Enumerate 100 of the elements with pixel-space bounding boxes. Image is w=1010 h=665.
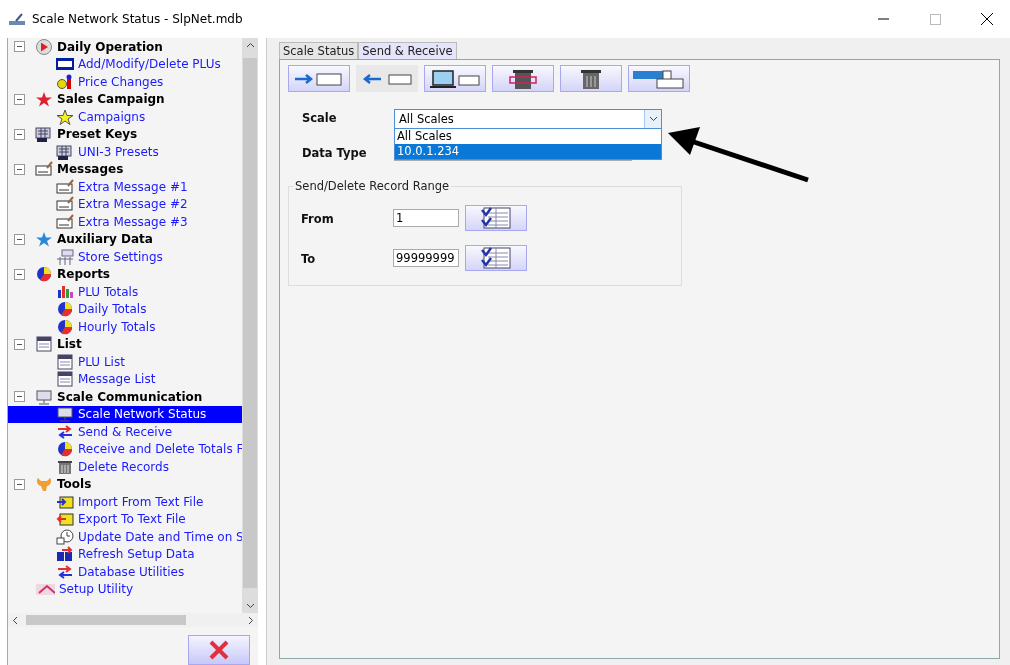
tree-group[interactable]: Sales Campaign: [8, 90, 242, 108]
tree-item[interactable]: Send & Receive: [8, 423, 242, 441]
toolbar-button[interactable]: [492, 65, 554, 92]
folder-icon: [56, 511, 74, 528]
tree-item[interactable]: Database Utilities: [8, 563, 242, 581]
tree-item[interactable]: Setup Utility: [8, 580, 242, 598]
tree-group[interactable]: Auxiliary Data: [8, 230, 242, 248]
window-title: Scale Network Status - SlpNet.mdb: [32, 12, 244, 26]
scroll-right-icon: [248, 615, 254, 625]
tree-item[interactable]: PLU Totals: [8, 283, 242, 301]
arrows-icon: [56, 423, 74, 440]
list-icon: [56, 371, 74, 388]
exit-button[interactable]: [188, 635, 250, 665]
star-icon: [35, 91, 53, 108]
tree-item[interactable]: Refresh Setup Data: [8, 545, 242, 563]
play-icon: [35, 38, 53, 55]
message-icon: [56, 213, 74, 230]
tree-item[interactable]: Message List: [8, 370, 242, 388]
tab[interactable]: Scale Status: [279, 42, 359, 59]
vertical-scrollbar[interactable]: [242, 38, 258, 614]
list-icon: [35, 336, 53, 353]
horizontal-scrollbar[interactable]: [8, 613, 258, 627]
settings-panel-icon: [56, 248, 74, 265]
plu-tag-icon: [56, 56, 74, 73]
pie-chart-icon: [56, 441, 74, 458]
scroll-left-icon: [12, 615, 18, 625]
message-icon: [56, 178, 74, 195]
tree-item[interactable]: Price Changes: [8, 73, 242, 91]
tree-item[interactable]: Daily Totals: [8, 300, 242, 318]
trash-icon: [56, 458, 74, 475]
tree-item[interactable]: Store Settings: [8, 248, 242, 266]
collapse-icon[interactable]: [14, 233, 25, 245]
keypad-icon: [56, 143, 74, 160]
minimize-icon: [877, 18, 889, 20]
tree-group[interactable]: Reports: [8, 265, 242, 283]
chevron-icon: [648, 116, 658, 122]
tree-item[interactable]: Scale Network Status: [8, 405, 242, 423]
field-label: Scale: [302, 110, 338, 125]
tree-item[interactable]: Extra Message #2: [8, 195, 242, 213]
collapse-icon[interactable]: [14, 391, 25, 403]
books-icon: [56, 546, 74, 563]
scroll-up-icon: [245, 42, 255, 48]
collapse-icon[interactable]: [14, 41, 25, 53]
scroll-down-icon: [245, 603, 255, 610]
collapse-icon[interactable]: [14, 93, 25, 105]
pie-chart-icon: [56, 301, 74, 318]
tree-group[interactable]: Messages: [8, 160, 242, 178]
monitor-icon: [35, 388, 53, 405]
tree-item[interactable]: Import From Text File: [8, 493, 242, 511]
arrows-icon: [56, 563, 74, 580]
tree-group[interactable]: Scale Communication: [8, 388, 242, 406]
collapse-icon[interactable]: [14, 338, 25, 350]
tree-group[interactable]: Daily Operation: [8, 38, 242, 56]
tree-group[interactable]: List: [8, 335, 242, 353]
tree-item[interactable]: Add/Modify/Delete PLUs: [8, 55, 242, 73]
tree-item[interactable]: Export To Text File: [8, 510, 242, 528]
maximize-icon: [929, 13, 941, 25]
pie-chart-icon: [35, 266, 53, 283]
group-title: Send/Delete Record Range: [294, 179, 451, 193]
usb-drive-icon: [631, 67, 687, 90]
tree-item[interactable]: Campaigns: [8, 108, 242, 126]
tree-item[interactable]: Delete Records: [8, 458, 242, 476]
computer-and-scale-icon: [427, 68, 483, 89]
from-input[interactable]: 1: [393, 209, 459, 227]
tree-item[interactable]: UNI-3 Presets: [8, 143, 242, 161]
field-label: To: [301, 251, 317, 266]
tab[interactable]: Send & Receive: [358, 42, 457, 59]
tree-item[interactable]: PLU List: [8, 353, 242, 371]
collapse-icon[interactable]: [14, 163, 25, 175]
dropdown-option[interactable]: 10.0.1.234: [395, 144, 661, 159]
tree-item[interactable]: Hourly Totals: [8, 318, 242, 336]
toolbar-button[interactable]: [560, 65, 622, 92]
list-icon: [56, 353, 74, 370]
collapse-icon[interactable]: [14, 478, 25, 490]
logo-icon: [33, 581, 55, 598]
wrench-icon: [35, 476, 53, 493]
monitor-icon: [56, 406, 74, 423]
coins-icon: [56, 73, 74, 90]
tree-item[interactable]: Extra Message #1: [8, 178, 242, 196]
select-records-button[interactable]: [465, 205, 527, 231]
bar-chart-icon: [56, 283, 74, 300]
to-input[interactable]: 99999999: [393, 249, 459, 267]
tree-item[interactable]: Receive and Delete Totals F: [8, 440, 242, 458]
app-logo-icon: [8, 11, 26, 27]
select-records-button[interactable]: [465, 245, 527, 271]
field-label: Data Type: [302, 145, 368, 160]
message-icon: [56, 196, 74, 213]
star-icon: [56, 108, 74, 125]
tree-group[interactable]: Preset Keys: [8, 125, 242, 143]
star-icon: [35, 231, 53, 248]
field-label: From: [301, 211, 335, 226]
tree-group[interactable]: Tools: [8, 475, 242, 493]
pie-chart-icon: [56, 318, 74, 335]
tree-item[interactable]: Extra Message #3: [8, 213, 242, 231]
clock-icon: [56, 528, 74, 545]
collapse-icon[interactable]: [14, 128, 25, 140]
collapse-icon[interactable]: [14, 268, 25, 280]
folder-icon: [56, 493, 74, 510]
toolbar-button[interactable]: [424, 65, 486, 92]
message-icon: [35, 161, 53, 178]
